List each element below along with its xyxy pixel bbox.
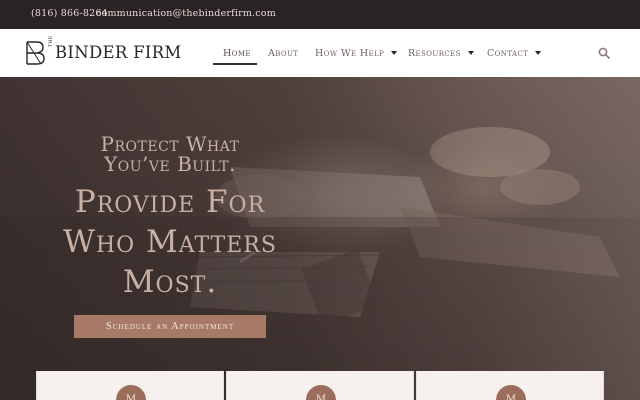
service-card[interactable]: M (416, 371, 604, 400)
nav-resources[interactable]: Resources (408, 48, 474, 59)
logo-mark-icon (26, 41, 45, 65)
hero-kicker-line-2: You’ve Built. (104, 152, 236, 176)
hero-section: Protect What You’ve Built. Provide For W… (0, 77, 640, 400)
nav-contact-label: Contact (487, 48, 529, 59)
service-card-icon: M (306, 385, 336, 400)
service-cards: M M M (0, 371, 640, 400)
service-card[interactable]: M (36, 371, 224, 400)
hero-headline-line-2: Who Matters (63, 224, 277, 260)
top-contact-bar: (816) 866-8264 communication@thebinderfi… (0, 0, 640, 29)
logo-text: BINDER FIRM (55, 43, 182, 62)
hero-headline-line-1: Provide For (74, 184, 266, 220)
nav-resources-label: Resources (408, 48, 461, 59)
service-card[interactable]: M (226, 371, 414, 400)
schedule-appointment-button[interactable]: Schedule an Appointment (74, 315, 266, 338)
site-header: THE BINDER FIRM Home About How We Help R… (0, 29, 640, 77)
service-card-icon: M (116, 385, 146, 400)
nav-how-we-help[interactable]: How We Help (315, 48, 398, 59)
logo-small-text: THE (49, 35, 54, 47)
nav-about[interactable]: About (268, 48, 298, 59)
nav-active-underline (213, 63, 257, 65)
service-card-icon: M (496, 385, 526, 400)
nav-home[interactable]: Home (223, 48, 251, 59)
nav-contact[interactable]: Contact (487, 48, 542, 59)
chevron-down-icon (535, 51, 542, 55)
nav-how-we-help-label: How We Help (315, 48, 385, 59)
chevron-down-icon (467, 51, 474, 55)
chevron-down-icon (391, 51, 398, 55)
hero-headline-line-3: Most. (122, 264, 218, 300)
email-link[interactable]: communication@thebinderfirm.com (96, 8, 276, 19)
search-icon[interactable] (598, 47, 610, 59)
